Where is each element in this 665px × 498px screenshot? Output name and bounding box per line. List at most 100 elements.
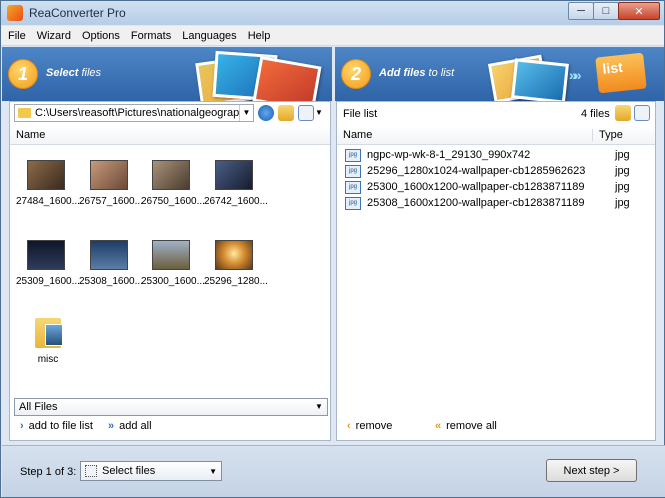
file-name: 25296_1280x1024-wallpaper-cb1285962623	[367, 165, 586, 177]
jpg-file-icon: jpg	[345, 196, 361, 210]
view-mode-icon[interactable]	[298, 105, 314, 121]
jpg-file-icon: jpg	[345, 164, 361, 178]
file-filter-select[interactable]: All Files ▼	[14, 398, 328, 416]
thumbnail-image	[90, 160, 128, 190]
image-thumbnail[interactable]: 26750_1600...	[141, 160, 205, 207]
thumbnail-image	[27, 240, 65, 270]
folder-label: misc	[37, 354, 59, 365]
go-up-icon[interactable]	[258, 105, 274, 121]
image-thumbnail[interactable]: 25300_1600...	[141, 240, 205, 287]
next-step-button[interactable]: Next step >	[546, 459, 637, 482]
image-thumbnail[interactable]: 25309_1600...	[16, 240, 80, 287]
image-thumbnail[interactable]: 26757_1600...	[79, 160, 143, 207]
minimize-button[interactable]: ─	[568, 2, 594, 20]
path-combobox[interactable]: C:\Users\reasoft\Pictures\nationalgeogra…	[14, 104, 254, 122]
menu-file[interactable]: File	[4, 30, 30, 42]
step2-number: 2	[341, 59, 371, 89]
file-name: 25308_1600x1200-wallpaper-cb1283871189	[367, 197, 585, 209]
close-button[interactable]: ✕	[618, 2, 660, 20]
step1-header: 1 Select files	[2, 47, 332, 101]
list-settings-icon[interactable]	[634, 105, 650, 121]
thumbnail-label: 26750_1600...	[141, 196, 205, 207]
image-thumbnail[interactable]: 27484_1600...	[16, 160, 80, 207]
title-bar: ReaConverter Pro ─ □ ✕	[1, 1, 664, 25]
name-column-label: Name	[16, 129, 46, 141]
folder-add-icon[interactable]	[615, 105, 631, 121]
maximize-button[interactable]: □	[593, 2, 619, 20]
file-list-header: File list	[343, 108, 378, 120]
list-item[interactable]: jpg 25296_1280x1024-wallpaper-cb12859626…	[345, 163, 645, 179]
file-count: 4 files	[581, 108, 610, 120]
step-select[interactable]: Select files ▼	[80, 461, 222, 481]
window-title: ReaConverter Pro	[29, 6, 126, 20]
folder-icon	[35, 314, 63, 348]
type-column-header[interactable]: Type	[593, 129, 623, 141]
chevron-down-icon: ▼	[209, 466, 217, 476]
file-type: jpg	[615, 149, 630, 161]
thumbnail-label: 25296_1280...	[204, 276, 268, 287]
path-text: C:\Users\reasoft\Pictures\nationalgeogra…	[35, 107, 239, 119]
list-item[interactable]: jpg ngpc-wp-wk-8-1_29130_990x742 jpg	[345, 147, 645, 163]
thumbnail-image	[27, 160, 65, 190]
step1-title: Select files	[46, 67, 101, 79]
menu-options[interactable]: Options	[78, 30, 124, 42]
remove-button[interactable]: ‹ remove	[347, 420, 392, 432]
remove-all-button[interactable]: « remove all	[435, 420, 497, 432]
thumbnail-label: 27484_1600...	[16, 196, 80, 207]
image-thumbnail[interactable]: 26742_1600...	[204, 160, 268, 207]
step2-header: 2 Add files to list »» list	[335, 47, 664, 101]
step-select-value: Select files	[102, 465, 156, 477]
thumbnail-image	[90, 240, 128, 270]
file-list-panel: File list 4 files Name Type jpg ngpc-wp-…	[336, 101, 656, 441]
file-list-columns: Name Type	[337, 126, 655, 145]
step2-title: Add files to list	[379, 67, 454, 79]
file-name: 25300_1600x1200-wallpaper-cb1283871189	[367, 181, 585, 193]
app-window: ReaConverter Pro ─ □ ✕ File Wizard Optio…	[0, 0, 665, 498]
new-folder-icon[interactable]	[278, 105, 294, 121]
step-indicator: Step 1 of 3:	[20, 466, 77, 478]
arrows-icon: »»	[569, 67, 581, 83]
thumbnail-image	[152, 240, 190, 270]
image-thumbnail[interactable]: 25296_1280...	[204, 240, 268, 287]
file-type: jpg	[615, 197, 630, 209]
chevron-left-icon: ‹	[347, 420, 351, 432]
step1-number: 1	[8, 59, 38, 89]
thumbnail-image	[215, 160, 253, 190]
thumbnail-label: 25309_1600...	[16, 276, 80, 287]
step1-title-main: Select	[46, 67, 79, 79]
list-badge-icon: list	[595, 52, 647, 94]
wizard-footer: Step 1 of 3: Select files ▼ Next step >	[2, 445, 665, 497]
add-all-label: add all	[119, 420, 152, 432]
app-logo-icon	[7, 5, 23, 21]
header-photo-icon	[252, 55, 322, 101]
name-column-header[interactable]: Name	[10, 126, 330, 145]
step2-title-rest: to list	[425, 67, 455, 79]
menu-wizard[interactable]: Wizard	[33, 30, 75, 42]
file-type: jpg	[615, 165, 630, 177]
file-name: ngpc-wp-wk-8-1_29130_990x742	[367, 149, 531, 161]
list-item[interactable]: jpg 25308_1600x1200-wallpaper-cb12838711…	[345, 195, 645, 211]
header-photo-icon	[511, 58, 569, 101]
menu-languages[interactable]: Languages	[178, 30, 240, 42]
file-filter-value: All Files	[19, 401, 58, 413]
chevron-down-icon[interactable]: ▼	[239, 105, 253, 121]
chevron-right-icon: ›	[20, 420, 24, 432]
add-all-button[interactable]: » add all	[108, 420, 152, 432]
thumbnail-image	[215, 240, 253, 270]
add-to-file-list-button[interactable]: › add to file list	[20, 420, 93, 432]
thumbnail-image	[152, 160, 190, 190]
menu-formats[interactable]: Formats	[127, 30, 175, 42]
menu-help[interactable]: Help	[244, 30, 275, 42]
step2-title-main: Add files	[379, 67, 426, 79]
name-column-header[interactable]: Name	[337, 129, 593, 141]
file-browser-panel: C:\Users\reasoft\Pictures\nationalgeogra…	[9, 101, 331, 441]
thumbnail-label: 25308_1600...	[79, 276, 143, 287]
chevron-down-icon: ▼	[315, 402, 323, 411]
folder-item[interactable]: misc	[18, 314, 78, 365]
step1-title-rest: files	[78, 67, 102, 79]
list-item[interactable]: jpg 25300_1600x1200-wallpaper-cb12838711…	[345, 179, 645, 195]
chevron-down-icon[interactable]: ▼	[315, 105, 331, 121]
image-thumbnail[interactable]: 25308_1600...	[79, 240, 143, 287]
double-chevron-left-icon: «	[435, 420, 442, 432]
jpg-file-icon: jpg	[345, 180, 361, 194]
